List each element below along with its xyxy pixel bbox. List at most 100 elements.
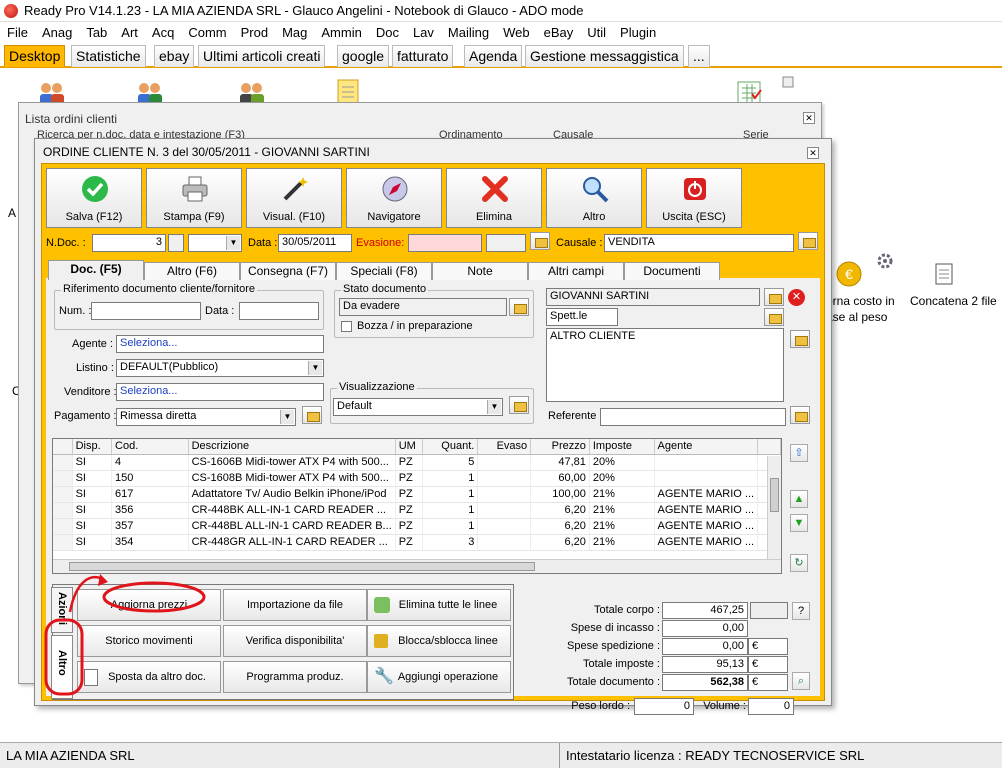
- menu-util[interactable]: Util: [580, 25, 613, 40]
- row-selector[interactable]: [53, 502, 73, 519]
- altro-button[interactable]: Altro: [546, 168, 642, 228]
- table-cell[interactable]: AGENTE MARIO ...: [654, 486, 759, 503]
- grid-hscrollbar[interactable]: [53, 559, 781, 573]
- zoom-totals-icon[interactable]: ⌕: [792, 672, 810, 690]
- menu-lav[interactable]: Lav: [406, 25, 441, 40]
- move-top-button[interactable]: ⇧: [790, 444, 808, 462]
- menu-tab[interactable]: Tab: [79, 25, 114, 40]
- uscita-button[interactable]: Uscita (ESC): [646, 168, 742, 228]
- row-selector[interactable]: [53, 470, 73, 487]
- help-button[interactable]: ?: [792, 602, 810, 620]
- tab-more[interactable]: ...: [688, 45, 710, 67]
- col-disp[interactable]: Disp.: [72, 439, 113, 455]
- menu-art[interactable]: Art: [114, 25, 145, 40]
- table-cell[interactable]: CS-1608B Midi-tower ATX P4 with 500...: [188, 470, 396, 487]
- menu-acq[interactable]: Acq: [145, 25, 181, 40]
- cliente-view-button[interactable]: [764, 308, 784, 326]
- tab-altro[interactable]: Altro (F6): [144, 262, 240, 280]
- storico-movimenti-button[interactable]: Storico movimenti: [77, 625, 221, 657]
- listino-select[interactable]: DEFAULT(Pubblico) ▼: [116, 359, 324, 377]
- table-cell[interactable]: Adattatore Tv/ Audio Belkin iPhone/iPod: [188, 486, 396, 503]
- ndoc-extra[interactable]: [168, 234, 184, 252]
- cliente-folder-button[interactable]: [764, 288, 784, 306]
- tab-agenda[interactable]: Agenda: [464, 45, 523, 67]
- table-cell[interactable]: SI: [72, 470, 113, 487]
- move-down-button[interactable]: ▼: [790, 514, 808, 532]
- visualizzazione-folder-button[interactable]: [509, 396, 529, 414]
- num-input[interactable]: [91, 302, 201, 320]
- menu-file[interactable]: File: [0, 25, 35, 40]
- tab-note[interactable]: Note: [432, 262, 528, 280]
- vtab-azioni[interactable]: Azioni: [51, 587, 73, 633]
- table-cell[interactable]: CR-448BK ALL-IN-1 CARD READER ...: [188, 502, 396, 519]
- table-cell[interactable]: CR-448BL ALL-IN-1 CARD READER B...: [188, 518, 396, 535]
- tab-consegna[interactable]: Consegna (F7): [240, 262, 336, 280]
- menu-ebay[interactable]: eBay: [537, 25, 581, 40]
- table-row[interactable]: SI 357 CR-448BL ALL-IN-1 CARD READER B... P…: [53, 518, 781, 535]
- causale-input[interactable]: VENDITA: [604, 234, 794, 252]
- table-cell[interactable]: SI: [72, 486, 113, 503]
- col-agente[interactable]: Agente: [654, 439, 759, 455]
- table-cell[interactable]: 617: [111, 486, 189, 503]
- table-cell[interactable]: [477, 534, 532, 551]
- table-cell[interactable]: 4: [111, 454, 189, 471]
- table-cell[interactable]: [477, 486, 532, 503]
- grid-vscroll-thumb[interactable]: [770, 478, 779, 512]
- pagamento-folder-button[interactable]: [302, 406, 322, 424]
- tab-desktop[interactable]: Desktop: [4, 45, 66, 67]
- table-cell[interactable]: 20%: [589, 454, 655, 471]
- tab-speciali[interactable]: Speciali (F8): [336, 262, 432, 280]
- tab-ebay[interactable]: ebay: [154, 45, 195, 67]
- tab-documenti[interactable]: Documenti: [624, 262, 720, 280]
- table-cell[interactable]: SI: [72, 502, 113, 519]
- table-cell[interactable]: CR-448GR ALL-IN-1 CARD READER ...: [188, 534, 396, 551]
- elimina-linee-button[interactable]: Elimina tutte le linee: [367, 589, 511, 621]
- table-cell[interactable]: 357: [111, 518, 189, 535]
- table-cell[interactable]: SI: [72, 454, 113, 471]
- tab-ultimi-articoli[interactable]: Ultimi articoli creati: [198, 45, 326, 67]
- serie-select[interactable]: ▼: [188, 234, 242, 252]
- menu-mag[interactable]: Mag: [275, 25, 314, 40]
- table-cell[interactable]: SI: [72, 518, 113, 535]
- table-cell[interactable]: 21%: [589, 486, 655, 503]
- table-cell[interactable]: [477, 470, 532, 487]
- pagamento-select[interactable]: Rimessa diretta ▼: [116, 408, 296, 426]
- spese-spedizione-value[interactable]: 0,00: [662, 638, 748, 655]
- peso-lordo-value[interactable]: 0: [634, 698, 694, 715]
- coin-icon[interactable]: €: [834, 260, 864, 288]
- menu-web[interactable]: Web: [496, 25, 537, 40]
- stato-folder-button[interactable]: [509, 298, 529, 316]
- table-row[interactable]: SI 4 CS-1606B Midi-tower ATX P4 with 500..…: [53, 454, 781, 471]
- grid-vscrollbar[interactable]: [767, 456, 781, 560]
- bozza-checkbox[interactable]: [341, 321, 352, 332]
- table-cell[interactable]: 21%: [589, 502, 655, 519]
- table-cell[interactable]: 6,20: [530, 518, 590, 535]
- menu-plugin[interactable]: Plugin: [613, 25, 663, 40]
- table-row[interactable]: SI 150 CS-1608B Midi-tower ATX P4 with 500…: [53, 470, 781, 487]
- table-cell[interactable]: PZ: [395, 454, 424, 471]
- col-imposte[interactable]: Imposte: [589, 439, 655, 455]
- venditore-input[interactable]: Seleziona...: [116, 383, 324, 401]
- grid-hscroll-thumb[interactable]: [69, 562, 535, 571]
- col-descrizione[interactable]: Descrizione: [188, 439, 396, 455]
- table-cell[interactable]: AGENTE MARIO ...: [654, 534, 759, 551]
- aggiungi-operazione-button[interactable]: 🔧 Aggiungi operazione: [367, 661, 511, 693]
- menu-doc[interactable]: Doc: [369, 25, 406, 40]
- row-selector[interactable]: [53, 518, 73, 535]
- menu-mailing[interactable]: Mailing: [441, 25, 496, 40]
- table-cell[interactable]: [654, 454, 759, 471]
- table-cell[interactable]: 3: [422, 534, 479, 551]
- table-cell[interactable]: [477, 518, 532, 535]
- table-cell[interactable]: [477, 502, 532, 519]
- table-cell[interactable]: 6,20: [530, 534, 590, 551]
- concatena-icon[interactable]: [930, 260, 960, 288]
- table-cell[interactable]: PZ: [395, 486, 424, 503]
- cliente-address-box[interactable]: ALTRO CLIENTE: [546, 328, 784, 402]
- menu-prod[interactable]: Prod: [234, 25, 275, 40]
- visual-button[interactable]: Visual. (F10): [246, 168, 342, 228]
- col-cod[interactable]: Cod.: [111, 439, 189, 455]
- table-cell[interactable]: 1: [422, 502, 479, 519]
- tab-doc[interactable]: Doc. (F5): [48, 260, 144, 280]
- cliente-title-input[interactable]: Spett.le: [546, 308, 618, 326]
- col-evaso[interactable]: Evaso: [477, 439, 532, 455]
